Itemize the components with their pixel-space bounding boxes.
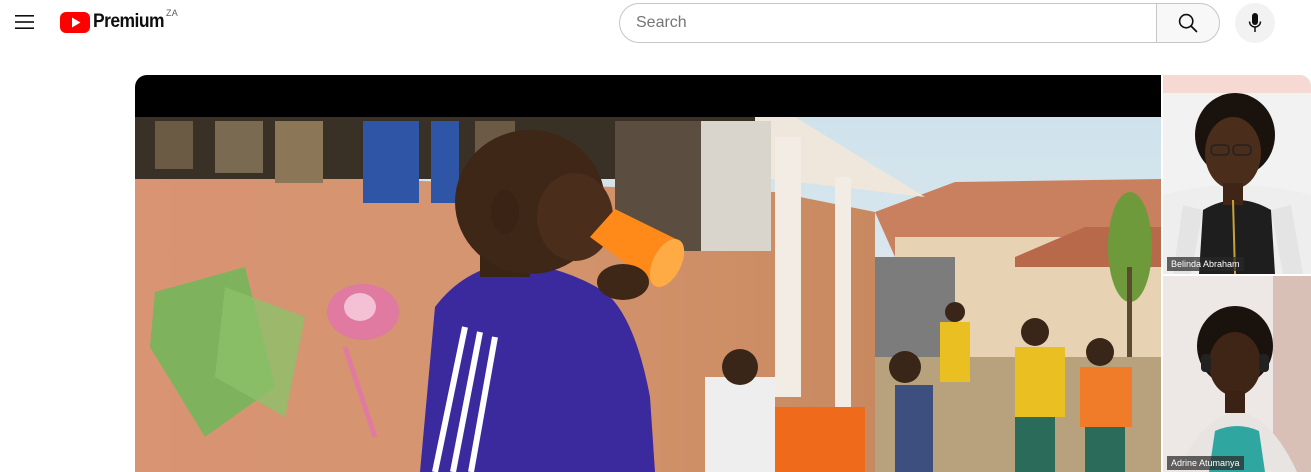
participant-video-image [1163, 276, 1311, 472]
search-box [619, 3, 1156, 43]
search-bar [619, 3, 1220, 43]
participant-tile: Belinda Abraham [1163, 75, 1311, 274]
video-frame [135, 117, 1161, 472]
guide-menu-button[interactable] [9, 6, 41, 38]
voice-search-button[interactable] [1235, 3, 1275, 43]
video-player[interactable]: Belinda Abraham Adrine Atumanya [135, 75, 1311, 472]
hamburger-menu-icon [15, 15, 34, 29]
participant-tile: Adrine Atumanya [1163, 276, 1311, 472]
microphone-icon [1248, 13, 1262, 32]
youtube-play-logo-icon [60, 11, 90, 33]
youtube-premium-logo[interactable]: Premium ZA [60, 8, 178, 35]
search-icon [1178, 13, 1198, 33]
participant-name: Belinda Abraham [1167, 257, 1244, 271]
logo-text: Premium [93, 11, 164, 32]
masthead: Premium ZA [0, 0, 1311, 46]
participant-panel: Belinda Abraham Adrine Atumanya [1161, 75, 1311, 472]
country-code: ZA [166, 8, 179, 18]
participant-name: Adrine Atumanya [1167, 456, 1244, 470]
search-button[interactable] [1156, 3, 1220, 43]
search-input[interactable] [636, 14, 1156, 32]
participant-video-image [1163, 75, 1311, 274]
youtube-watch-page: Premium ZA Search Belinda Abraham Adrine… [0, 0, 1311, 472]
video-scene-image [135, 117, 1161, 472]
